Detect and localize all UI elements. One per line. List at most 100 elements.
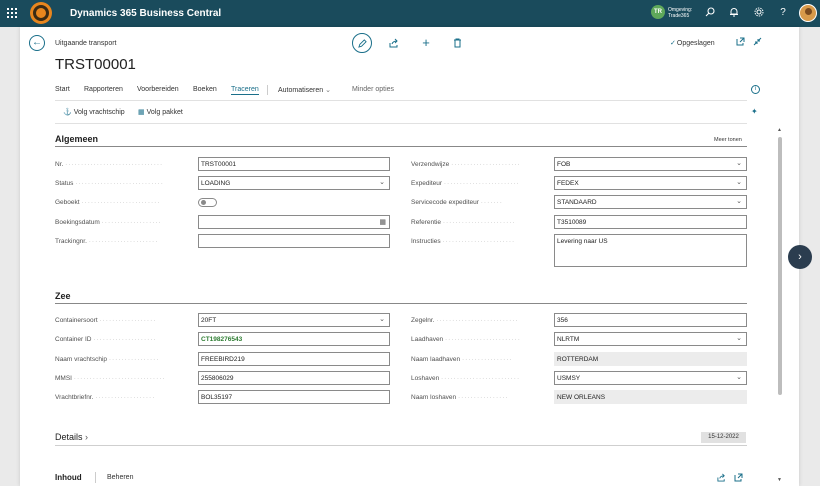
chevron-right-icon: › xyxy=(85,432,89,442)
help-icon[interactable]: ? xyxy=(777,7,789,19)
carrier-value: FEDEX xyxy=(557,180,579,187)
bell-icon[interactable] xyxy=(728,7,740,21)
status-label: Status ···························· xyxy=(55,180,164,187)
avatar[interactable] xyxy=(799,4,817,22)
back-button[interactable]: ← xyxy=(29,35,45,51)
section-divider xyxy=(55,146,747,147)
mmsi-label: MMSI ····························· xyxy=(55,375,166,382)
section-general-title[interactable]: Algemeen xyxy=(55,134,98,144)
booking-date-label-text: Boekingsdatum xyxy=(55,219,100,226)
details-date-badge: 15-12-2022 xyxy=(701,432,746,443)
status-value: LOADING xyxy=(201,180,231,187)
environment-name: Trade365 xyxy=(668,13,690,19)
tab-boeken[interactable]: Boeken xyxy=(193,86,217,93)
next-record-button[interactable]: › xyxy=(788,245,812,269)
section-sea-title[interactable]: Zee xyxy=(55,291,71,301)
pin-icon[interactable]: ✦ xyxy=(751,107,758,116)
container-type-label-text: Containersoort xyxy=(55,317,98,324)
load-port-name-label-text: Naam laadhaven xyxy=(411,356,461,363)
delete-icon[interactable] xyxy=(447,33,467,53)
track-ship-button[interactable]: ⚓ Volg vrachtschip xyxy=(63,108,125,116)
open-new-window-icon[interactable] xyxy=(734,37,746,48)
collapse-icon[interactable] xyxy=(751,37,763,48)
open-new-window-icon[interactable] xyxy=(734,473,743,484)
booking-date-label: Boekingsdatum ··················· xyxy=(55,219,162,226)
booked-toggle[interactable] xyxy=(198,198,217,207)
show-more-link[interactable]: Meer tonen xyxy=(714,137,742,143)
chevron-down-icon: ⌄ xyxy=(379,316,385,323)
chevron-down-icon: ⌄ xyxy=(736,374,742,381)
instructions-textarea[interactable]: Levering naar US xyxy=(554,234,747,267)
container-type-select[interactable]: 20FT ⌄ xyxy=(198,313,390,327)
details-title-text: Details xyxy=(55,432,83,442)
discharge-port-select[interactable]: USMSY ⌄ xyxy=(554,371,747,385)
separator xyxy=(95,472,96,483)
reference-label-text: Referentie xyxy=(411,219,441,226)
app-logo xyxy=(30,2,52,24)
edit-button[interactable] xyxy=(352,33,372,53)
load-port-select[interactable]: NLRTM ⌄ xyxy=(554,332,747,346)
ship-icon: ⚓ xyxy=(63,109,72,116)
tracking-label: Trackingnr. ······················ xyxy=(55,238,159,245)
tab-voorbereiden[interactable]: Voorbereiden xyxy=(137,86,179,93)
bol-field[interactable]: BOL35197 xyxy=(198,390,390,404)
vertical-scrollbar[interactable]: ▲ ▼ xyxy=(776,127,784,485)
ship-name-label-text: Naam vrachtschip xyxy=(55,356,108,363)
chevron-down-icon: ⌄ xyxy=(736,179,742,186)
environment-info[interactable]: Omgeving: Trade365 xyxy=(668,7,692,19)
track-package-label: Volg pakket xyxy=(146,109,183,116)
ship-name-label: Naam vrachtschip ················ xyxy=(55,356,160,363)
tab-rapporteren[interactable]: Rapporteren xyxy=(84,86,123,93)
container-type-value: 20FT xyxy=(201,317,217,324)
discharge-port-label: Loshaven ························· xyxy=(411,375,521,382)
section-details-title[interactable]: Details › xyxy=(55,432,88,442)
booked-label: Geboekt ························· xyxy=(55,199,161,206)
discharge-port-name-label-text: Naam loshaven xyxy=(411,394,457,401)
mmsi-field[interactable]: 255806029 xyxy=(198,371,390,385)
chevron-down-icon: ⌄ xyxy=(379,179,385,186)
chevron-down-icon: ⌄ xyxy=(323,87,331,94)
environment-badge[interactable]: TR xyxy=(651,5,665,19)
shipping-method-label: Verzendwijze ······················ xyxy=(411,161,521,168)
app-title: Dynamics 365 Business Central xyxy=(70,8,222,19)
nr-label: Nr. ······························· xyxy=(55,161,164,168)
manage-button[interactable]: Beheren xyxy=(107,474,133,481)
container-id-field[interactable]: CT198276543 xyxy=(198,332,390,346)
track-ship-label: Volg vrachtschip xyxy=(73,109,125,116)
gear-icon[interactable] xyxy=(753,7,765,21)
booked-label-text: Geboekt xyxy=(55,199,80,206)
less-options-button[interactable]: Minder opties xyxy=(352,86,394,93)
tracking-field[interactable] xyxy=(198,234,390,248)
tab-start[interactable]: Start xyxy=(55,86,70,93)
scroll-thumb[interactable] xyxy=(778,137,782,395)
tab-traceren[interactable]: Traceren xyxy=(231,86,259,95)
service-code-label-text: Servicecode expediteur xyxy=(411,199,479,206)
nr-field[interactable]: TRST00001 xyxy=(198,157,390,171)
info-icon[interactable]: i xyxy=(751,85,760,94)
share-icon[interactable] xyxy=(717,473,726,484)
calendar-icon[interactable]: ▦ xyxy=(379,218,386,226)
add-icon[interactable]: + xyxy=(416,33,436,53)
service-code-select[interactable]: STANDAARD ⌄ xyxy=(554,195,747,209)
booking-date-field[interactable]: ▦ xyxy=(198,215,390,229)
seal-field[interactable]: 356 xyxy=(554,313,747,327)
scroll-up-icon[interactable]: ▲ xyxy=(777,127,782,133)
ship-name-field[interactable]: FREEBIRD219 xyxy=(198,352,390,366)
load-port-label-text: Laadhaven xyxy=(411,336,444,343)
status-select[interactable]: LOADING ⌄ xyxy=(198,176,390,190)
carrier-select[interactable]: FEDEX ⌄ xyxy=(554,176,747,190)
shipping-method-select[interactable]: FOB ⌄ xyxy=(554,157,747,171)
lines-title[interactable]: Inhoud xyxy=(55,473,82,482)
search-icon[interactable] xyxy=(704,7,716,21)
track-package-button[interactable]: ▦ Volg pakket xyxy=(138,108,183,116)
mmsi-label-text: MMSI xyxy=(55,375,72,382)
breadcrumb: Uitgaande transport xyxy=(55,40,117,47)
nr-label-text: Nr. xyxy=(55,161,64,168)
waffle-icon[interactable] xyxy=(7,8,17,18)
shipping-method-value: FOB xyxy=(557,161,571,168)
reference-field[interactable]: T3510089 xyxy=(554,215,747,229)
share-icon[interactable] xyxy=(384,33,404,53)
scroll-down-icon[interactable]: ▼ xyxy=(777,477,782,483)
tab-automatiseren[interactable]: Automatiseren ⌄ xyxy=(278,86,331,94)
separator xyxy=(267,85,268,95)
